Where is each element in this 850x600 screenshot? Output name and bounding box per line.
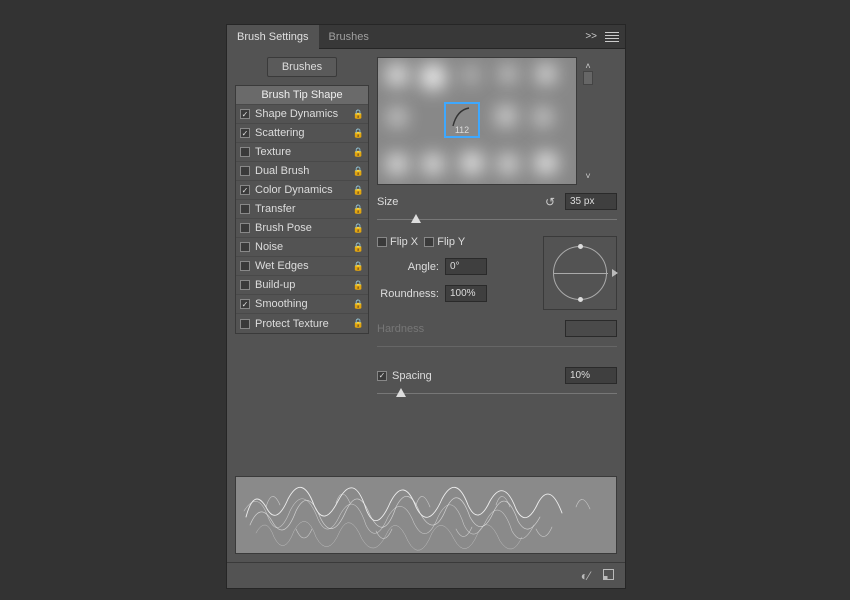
new-preset-icon[interactable] [602,568,615,584]
checkbox-icon[interactable] [240,185,250,195]
lock-icon[interactable]: 🔒 [353,280,364,291]
angle-handle-bottom[interactable] [578,297,583,302]
brush-options-list: Brush Tip Shape Shape Dynamics🔒 Scatteri… [235,85,369,334]
collapse-icon[interactable]: >> [585,31,597,42]
lock-icon[interactable]: 🔒 [353,299,364,310]
lock-icon[interactable]: 🔒 [353,109,364,120]
checkbox-icon[interactable] [240,299,250,309]
flip-row: Flip X Flip Y [377,236,535,248]
size-slider[interactable] [377,212,617,226]
option-label: Protect Texture [255,318,364,330]
option-protect-texture[interactable]: Protect Texture🔒 [236,314,368,333]
angle-handle-top[interactable] [578,244,583,249]
checkbox-icon[interactable] [240,242,250,252]
hardness-label: Hardness [377,323,559,335]
option-label: Dual Brush [255,165,364,177]
reset-size-icon[interactable]: ↺ [545,195,555,209]
lock-icon[interactable]: 🔒 [353,223,364,234]
option-color-dynamics[interactable]: Color Dynamics🔒 [236,181,368,200]
selected-brush-swatch[interactable]: 112 [444,102,480,138]
tab-brush-settings[interactable]: Brush Settings [227,25,319,49]
brush-settings-panel: Brush Settings Brushes >> Brushes Brush … [226,24,626,589]
size-label: Size [377,196,539,208]
option-dual-brush[interactable]: Dual Brush🔒 [236,162,368,181]
lock-icon[interactable]: 🔒 [353,204,364,215]
option-scattering[interactable]: Scattering🔒 [236,124,368,143]
option-label: Smoothing [255,298,364,310]
tab-brushes[interactable]: Brushes [319,25,379,49]
option-label: Color Dynamics [255,184,364,196]
option-header-label: Brush Tip Shape [261,89,342,101]
tab-bar: Brush Settings Brushes >> [227,25,625,49]
option-brush-tip-shape[interactable]: Brush Tip Shape [236,86,368,105]
option-label: Noise [255,241,364,253]
option-noise[interactable]: Noise🔒 [236,238,368,257]
panel-menu-icon[interactable] [605,32,619,42]
flip-x-label: Flip X [390,236,418,248]
brushes-button[interactable]: Brushes [267,57,337,77]
spacing-label: Spacing [390,370,565,382]
flip-y-label: Flip Y [437,236,465,248]
angle-input[interactable]: 0° [445,258,487,275]
checkbox-icon[interactable] [240,319,250,329]
size-input[interactable]: 35 px [565,193,617,210]
lock-icon[interactable]: 🔒 [353,185,364,196]
option-label: Transfer [255,203,364,215]
angle-roundness-widget[interactable] [543,236,617,310]
roundness-input[interactable]: 100% [445,285,487,302]
option-label: Shape Dynamics [255,108,364,120]
spacing-slider[interactable] [377,386,617,400]
option-label: Build-up [255,279,364,291]
scroll-thumb[interactable] [583,71,593,85]
option-label: Texture [255,146,364,158]
checkbox-icon[interactable] [240,261,250,271]
scroll-down-icon[interactable]: ˅ [585,171,590,181]
angle-label: Angle: [377,261,445,273]
option-wet-edges[interactable]: Wet Edges🔒 [236,257,368,276]
option-label: Wet Edges [255,260,364,272]
lock-icon[interactable]: 🔒 [353,166,364,177]
hardness-input [565,320,617,337]
option-label: Brush Pose [255,222,364,234]
preset-scrollbar[interactable]: ˄ ˅ [581,57,595,185]
hardness-slider [377,339,617,353]
lock-icon[interactable]: 🔒 [353,128,364,139]
lock-icon[interactable]: 🔒 [353,261,364,272]
scroll-up-icon[interactable]: ˄ [585,61,590,71]
flip-y-checkbox[interactable] [424,237,434,247]
toggle-preview-icon[interactable]: ◐⁄ [581,569,590,583]
angle-arrow-icon[interactable] [612,269,618,277]
option-smoothing[interactable]: Smoothing🔒 [236,295,368,314]
slider-knob[interactable] [411,214,421,223]
option-build-up[interactable]: Build-up🔒 [236,276,368,295]
checkbox-icon[interactable] [240,280,250,290]
checkbox-icon[interactable] [240,223,250,233]
roundness-label: Roundness: [377,288,445,300]
checkbox-icon[interactable] [240,109,250,119]
checkbox-icon[interactable] [240,166,250,176]
spacing-input[interactable]: 10% [565,367,617,384]
checkbox-icon[interactable] [240,147,250,157]
stroke-preview [235,476,617,554]
option-label: Scattering [255,127,364,139]
lock-icon[interactable]: 🔒 [353,318,364,329]
panel-footer: ◐⁄ [227,562,625,588]
lock-icon[interactable]: 🔒 [353,147,364,158]
spacing-checkbox[interactable] [377,371,387,381]
stroke-preview-svg [236,477,616,553]
checkbox-icon[interactable] [240,204,250,214]
checkbox-icon[interactable] [240,128,250,138]
lock-icon[interactable]: 🔒 [353,242,364,253]
brush-stroke-icon [447,106,477,128]
brush-preset-grid[interactable]: 112 [377,57,577,185]
slider-knob[interactable] [396,388,406,397]
option-shape-dynamics[interactable]: Shape Dynamics🔒 [236,105,368,124]
flip-x-checkbox[interactable] [377,237,387,247]
option-brush-pose[interactable]: Brush Pose🔒 [236,219,368,238]
option-texture[interactable]: Texture🔒 [236,143,368,162]
option-transfer[interactable]: Transfer🔒 [236,200,368,219]
